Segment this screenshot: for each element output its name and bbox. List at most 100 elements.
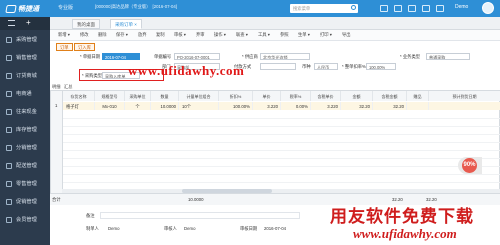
sidebar-item-label: 订货商城 [16, 73, 37, 79]
cell-spec[interactable]: Mx-010 [95, 102, 125, 110]
menu-reference[interactable]: 参照 [280, 32, 289, 38]
branch-icon [6, 145, 12, 151]
sidebar-item-purchase[interactable]: 采购管理 [0, 32, 50, 47]
col-header-unit-group[interactable]: 计量单位组合 [179, 91, 219, 101]
search-icon[interactable] [351, 5, 356, 10]
settings-icon[interactable] [408, 5, 416, 12]
tab-desktop[interactable]: 我的桌面 [72, 19, 100, 29]
cell-unit-group[interactable]: 10个 [179, 102, 219, 110]
calendar-icon[interactable] [394, 5, 402, 12]
message-icon[interactable] [380, 5, 388, 12]
sidebar-item-sales[interactable]: 销售管理 [0, 50, 50, 65]
tag-icon [6, 55, 12, 61]
sidebar-item-promotion[interactable]: 促销管理 [0, 194, 50, 209]
menu-query[interactable]: 联查 ▾ [236, 32, 248, 38]
col-header-arrival[interactable]: 预计到货日期 [429, 91, 500, 101]
sidebar-item-ecommerce[interactable]: 电商通 [0, 86, 50, 101]
menu-copy[interactable]: 复制 [156, 32, 165, 38]
menu-tools[interactable]: 工具 ▾ [258, 32, 270, 38]
menu-operate[interactable]: 操作 ▾ [214, 32, 226, 38]
menu-generate[interactable]: 生单 ▾ [298, 32, 310, 38]
menu-audit[interactable]: 审核 ▾ [174, 32, 186, 38]
cell-tax-price[interactable]: 3.220 [311, 102, 341, 110]
tab-purchase-order[interactable]: 采购订单 × [110, 19, 142, 29]
add-icon[interactable]: + [26, 19, 31, 27]
cell-amount[interactable]: 32.20 [341, 102, 373, 110]
menu-new[interactable]: 新增 ▾ [58, 32, 70, 38]
currency-field[interactable]: 人民币 [314, 63, 338, 70]
order-button[interactable]: 订单 [56, 43, 73, 51]
col-header-unit[interactable]: 采购单位 [125, 91, 151, 101]
store-icon [6, 181, 12, 187]
col-header-gift[interactable]: 赠品 [407, 91, 429, 101]
row-divider [63, 126, 500, 127]
performance-badge[interactable]: 90% [458, 157, 482, 174]
date-field[interactable]: 2016-07-04 [102, 53, 140, 60]
bell-icon[interactable] [436, 5, 444, 12]
wallet-icon [6, 109, 12, 115]
menu-icon[interactable] [8, 20, 15, 26]
sidebar-item-retail[interactable]: 零售管理 [0, 176, 50, 191]
col-header-discount[interactable]: 折扣% [219, 91, 253, 101]
col-header-price[interactable]: 单价 [253, 91, 281, 101]
sidebar-item-mall[interactable]: 订货商城 [0, 68, 50, 83]
sidebar-item-label: 电商通 [16, 91, 32, 97]
menu-discard[interactable]: 放弃 [138, 32, 147, 38]
cell-discount[interactable]: 100.00% [219, 102, 253, 110]
col-header-tax-amount[interactable]: 含税金额 [373, 91, 407, 101]
sidebar-item-label: 零售管理 [16, 181, 37, 187]
cell-price[interactable]: 3.220 [253, 102, 281, 110]
remark-field[interactable] [100, 212, 300, 219]
cell-gift[interactable] [407, 102, 429, 110]
supplier-label: * 供应商 [242, 54, 258, 59]
sidebar-item-label: 促销管理 [16, 199, 37, 205]
watermark-url: www.ufidawhy.com [128, 63, 245, 78]
row-number: 1 [55, 103, 58, 108]
cell-tax-rate[interactable]: 0.00% [281, 102, 311, 110]
payment-field[interactable] [260, 63, 296, 70]
col-header-tax-rate[interactable]: 税率% [281, 91, 311, 101]
cell-qty[interactable]: 10.0000 [151, 102, 179, 110]
row-divider [63, 158, 500, 159]
col-header-amount[interactable]: 金额 [341, 91, 373, 101]
row-divider [63, 166, 500, 167]
action-bar: 订单 订入库 [50, 41, 500, 52]
menu-export[interactable]: 导出 [342, 32, 351, 38]
menu-save[interactable]: 保存 ▾ [116, 32, 128, 38]
row-divider [63, 118, 500, 119]
discount-rate-field[interactable]: 100.00% [366, 63, 396, 70]
menu-delete[interactable]: 删除 [98, 32, 107, 38]
sidebar-item-label: 库存管理 [16, 127, 37, 133]
row-divider [63, 150, 500, 151]
col-header-spec[interactable]: 规格型号 [95, 91, 125, 101]
avatar[interactable] [482, 2, 494, 14]
cell-tax-amount[interactable]: 32.20 [373, 102, 407, 110]
col-header-qty[interactable]: 数量 [151, 91, 179, 101]
col-header-name[interactable]: 存货名称 [63, 91, 95, 101]
sidebar-item-cash[interactable]: 往来现金 [0, 104, 50, 119]
cell-name[interactable]: 格子灯 [63, 102, 95, 110]
top-bar: 畅捷通 专业版 [000000]高达品牌（专业版） [2016-07-04] 搜… [0, 0, 500, 17]
col-header-tax-price[interactable]: 含税单价 [311, 91, 341, 101]
supplier-field[interactable]: 北京华光连锁 [260, 53, 310, 60]
code-field[interactable]: PO-2016-07-0001 [174, 53, 220, 60]
cart-icon [6, 37, 12, 43]
truck-icon [6, 163, 12, 169]
business-type-select[interactable]: 普通采购 [426, 53, 470, 60]
user-name[interactable]: Demo [455, 4, 468, 10]
auditor-label: 审核人 [164, 226, 177, 231]
sidebar-item-member[interactable]: 会员管理 [0, 212, 50, 227]
to-stock-in-button[interactable]: 订入库 [74, 43, 95, 51]
menu-print[interactable]: 打印 ▾ [320, 32, 332, 38]
badge-value: 90% [462, 158, 477, 173]
menu-search-input[interactable]: 搜索菜单 [290, 4, 358, 13]
sidebar-item-delivery[interactable]: 配送管理 [0, 158, 50, 173]
menu-edit[interactable]: 修改 [80, 32, 89, 38]
cell-arrival[interactable] [429, 102, 500, 110]
sidebar-item-distribution[interactable]: 分销管理 [0, 140, 50, 155]
row-number-column: 1 [50, 90, 62, 205]
menu-unaudit[interactable]: 弃审 [196, 32, 205, 38]
cell-unit[interactable]: 个 [125, 102, 151, 110]
help-icon[interactable] [422, 5, 430, 12]
sidebar-item-inventory[interactable]: 库存管理 [0, 122, 50, 137]
